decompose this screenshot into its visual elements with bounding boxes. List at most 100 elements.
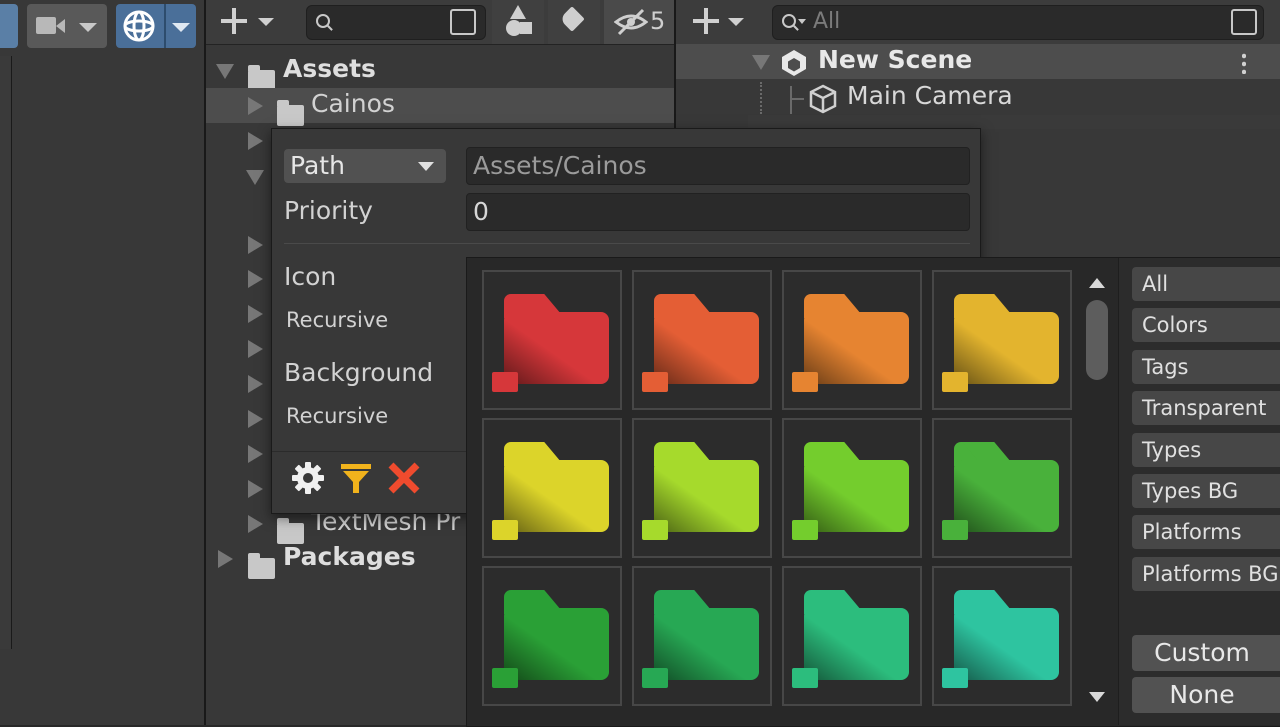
grid-scrollbar[interactable] xyxy=(1084,268,1110,718)
folder-shade xyxy=(954,608,1059,680)
icon-recursive-label: Recursive xyxy=(286,308,389,332)
create-dropdown-button[interactable] xyxy=(218,6,278,38)
category-button[interactable]: Platforms BG xyxy=(1132,557,1280,591)
expand-arrow-icon[interactable] xyxy=(248,340,263,358)
expand-arrow-icon[interactable] xyxy=(248,480,263,498)
search-mode-icon[interactable] xyxy=(450,9,476,35)
project-search-input[interactable] xyxy=(306,5,486,40)
category-button[interactable]: Types BG xyxy=(1132,474,1280,508)
camera-icon xyxy=(36,17,56,34)
priority-field[interactable]: 0 xyxy=(466,193,970,231)
shapes-triangle-icon xyxy=(510,5,526,19)
custom-icon-button[interactable]: Custom xyxy=(1132,635,1280,671)
mode-dropdown-value: Path xyxy=(290,151,345,180)
folder-color-swatch[interactable] xyxy=(632,270,772,410)
folder-color-swatch[interactable] xyxy=(632,418,772,558)
path-field[interactable]: Assets/Cainos xyxy=(466,147,970,185)
expand-arrow-icon[interactable] xyxy=(248,270,263,288)
gear-icon[interactable] xyxy=(290,460,326,496)
folder-small-icon xyxy=(642,520,668,540)
tag-icon xyxy=(559,6,585,32)
category-button[interactable]: Platforms xyxy=(1132,515,1280,549)
plus-icon-v xyxy=(232,8,236,34)
more-options-icon[interactable] xyxy=(1242,52,1246,74)
search-mode-icon[interactable] xyxy=(1231,9,1257,35)
folder-color-swatch[interactable] xyxy=(632,566,772,706)
expand-arrow-icon[interactable] xyxy=(246,170,264,185)
folder-color-swatch[interactable] xyxy=(482,566,622,706)
folder-color-swatch[interactable] xyxy=(482,418,622,558)
folder-shade xyxy=(654,608,759,680)
expand-arrow-icon[interactable] xyxy=(752,55,770,70)
scene-view-panel xyxy=(0,0,205,725)
gizmos-dropdown-button[interactable] xyxy=(116,4,196,48)
none-icon-button[interactable]: None xyxy=(1132,677,1280,713)
folder-color-swatch[interactable] xyxy=(482,270,622,410)
hierarchy-item-main-camera[interactable]: Main Camera xyxy=(806,80,1106,115)
filter-icon[interactable] xyxy=(338,460,374,496)
expand-arrow-icon[interactable] xyxy=(218,550,233,568)
search-icon-handle xyxy=(327,25,333,31)
folder-color-swatch[interactable] xyxy=(782,270,922,410)
expand-arrow-icon[interactable] xyxy=(248,97,263,115)
folder-shade xyxy=(504,312,609,384)
expand-arrow-icon[interactable] xyxy=(248,410,263,428)
scroll-up-icon[interactable] xyxy=(1089,278,1105,288)
category-button[interactable]: Transparent xyxy=(1132,391,1280,425)
background-recursive-label: Recursive xyxy=(286,404,389,428)
tree-item-packages[interactable]: Packages xyxy=(206,541,466,579)
tree-item-label: Assets xyxy=(283,54,376,83)
hierarchy-search-input[interactable]: All xyxy=(772,5,1264,40)
folder-shade xyxy=(804,608,909,680)
folder-small-icon xyxy=(642,372,668,392)
tree-item-assets[interactable]: Assets xyxy=(206,53,674,91)
expand-arrow-icon[interactable] xyxy=(248,305,263,323)
hidden-packages-toggle[interactable]: 5 xyxy=(604,0,674,44)
hierarchy-create-button[interactable] xyxy=(690,6,750,38)
expand-arrow-icon[interactable] xyxy=(248,375,263,393)
folder-color-swatch[interactable] xyxy=(932,566,1072,706)
expand-arrow-icon[interactable] xyxy=(248,132,263,150)
expand-arrow-icon[interactable] xyxy=(248,515,263,533)
scroll-down-icon[interactable] xyxy=(1089,692,1105,702)
chevron-down-icon xyxy=(172,23,190,32)
folder-shade xyxy=(654,460,759,532)
camera-dropdown-button[interactable] xyxy=(27,4,107,48)
scene-toggle-button[interactable] xyxy=(0,4,18,48)
cube-icon xyxy=(809,84,837,114)
gizmo-globe-icon xyxy=(123,10,155,42)
search-by-label-button[interactable] xyxy=(548,0,600,44)
expand-arrow-icon[interactable] xyxy=(248,236,263,254)
tree-item-cainos[interactable]: Cainos xyxy=(206,88,674,126)
gizmo-divider xyxy=(164,4,166,48)
tree-item-label: Cainos xyxy=(311,89,395,118)
search-by-type-button[interactable] xyxy=(492,0,544,44)
hierarchy-tree-line xyxy=(790,98,804,100)
section-divider xyxy=(284,243,970,244)
folder-icon xyxy=(248,553,275,579)
folder-shade xyxy=(504,460,609,532)
category-button[interactable]: All xyxy=(1132,267,1280,301)
folder-color-swatch[interactable] xyxy=(782,418,922,558)
category-button[interactable]: Tags xyxy=(1132,350,1280,384)
folder-color-swatch[interactable] xyxy=(782,566,922,706)
folder-shade xyxy=(954,312,1059,384)
scene-viewport[interactable] xyxy=(0,56,12,649)
expand-arrow-icon[interactable] xyxy=(248,445,263,463)
mode-dropdown[interactable]: Path xyxy=(284,149,446,183)
scene-row[interactable]: New Scene xyxy=(676,44,1280,79)
category-button[interactable]: Colors xyxy=(1132,308,1280,342)
icon-label: Icon xyxy=(284,262,337,291)
category-button[interactable]: Types xyxy=(1132,433,1280,467)
hierarchy-scene-gutter xyxy=(676,80,748,128)
folder-color-swatch[interactable] xyxy=(932,270,1072,410)
shapes-square-icon xyxy=(520,22,532,34)
priority-label: Priority xyxy=(284,196,373,225)
folder-color-swatch[interactable] xyxy=(932,418,1072,558)
expand-arrow-icon[interactable] xyxy=(216,64,234,79)
folder-small-icon xyxy=(942,520,968,540)
search-icon-handle xyxy=(793,25,799,31)
folder-shade xyxy=(654,312,759,384)
clear-x-icon[interactable] xyxy=(386,460,422,496)
scroll-thumb[interactable] xyxy=(1086,300,1108,380)
